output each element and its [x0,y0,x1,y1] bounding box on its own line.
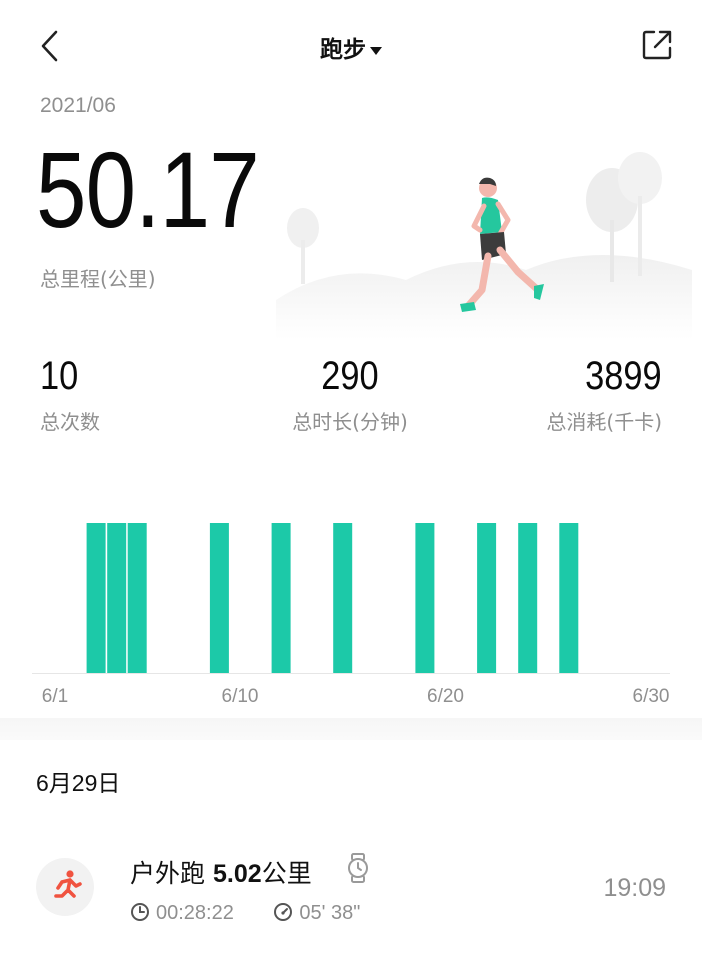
record-pace: 05' 38" [299,902,361,924]
section-divider [0,718,702,740]
chart-bar[interactable] [415,523,435,673]
chart-bar[interactable] [333,523,353,673]
record-date-heading: 6月29日 [36,770,121,796]
record-type-label: 户外跑 [130,859,206,888]
chart-tick-label: 6/1 [42,686,68,707]
top-bar: 跑步 [0,0,702,90]
chart-tick-label: 6/30 [633,686,670,707]
stat-label: 总次数 [40,410,100,434]
chart-tick-label: 6/20 [427,686,464,707]
chart-tick-label: 6/10 [222,686,259,707]
share-external-icon [642,30,672,60]
stat-value: 10 [40,354,79,398]
page-title: 跑步 [320,37,366,63]
month-label: 2021/06 [40,94,116,117]
total-distance-value: 50.17 [36,129,260,250]
stat-label: 总时长(分钟) [292,410,408,434]
clock-icon [131,903,149,921]
chart-bar[interactable] [209,523,229,673]
chart-bar[interactable] [271,523,291,673]
pace-gauge-icon [274,903,293,921]
running-person-icon [54,870,82,898]
total-distance-label: 总里程(公里) [40,267,156,291]
monthly-distance-chart[interactable]: 6/1 6/10 6/20 6/30 [0,480,702,716]
stat-value: 3899 [585,354,662,398]
watch-icon [348,853,368,883]
record-distance-unit: 公里 [261,859,312,888]
share-button[interactable] [640,28,674,62]
record-start-time: 19:09 [603,874,666,902]
chart-bar[interactable] [477,523,497,673]
chart-bar[interactable] [518,523,538,673]
record-title: 户外跑 5.02公里 [130,854,312,890]
chart-bar[interactable] [127,523,147,673]
record-distance-value: 5.02 [213,860,262,888]
stat-total-calories: 3899 总消耗(千卡) [546,352,662,435]
chart-bar[interactable] [559,523,579,673]
record-meta: 00:28:22 05' 38" [130,902,360,925]
caret-down-icon [370,46,382,55]
chart-bar[interactable] [107,523,127,673]
record-duration: 00:28:22 [156,902,234,924]
sport-type-selector[interactable]: 跑步 [0,30,702,64]
stat-total-count: 10 总次数 [40,352,100,435]
stat-label: 总消耗(千卡) [546,410,662,434]
stat-total-duration: 290 总时长(分钟) [250,352,450,435]
workout-type-avatar [36,858,94,916]
stat-value: 290 [321,354,379,398]
chart-bar[interactable] [86,523,106,673]
runner-illustration [276,152,692,340]
workout-record-item[interactable]: 户外跑 5.02公里 00:28:22 05' 38" 19:09 [0,830,702,950]
